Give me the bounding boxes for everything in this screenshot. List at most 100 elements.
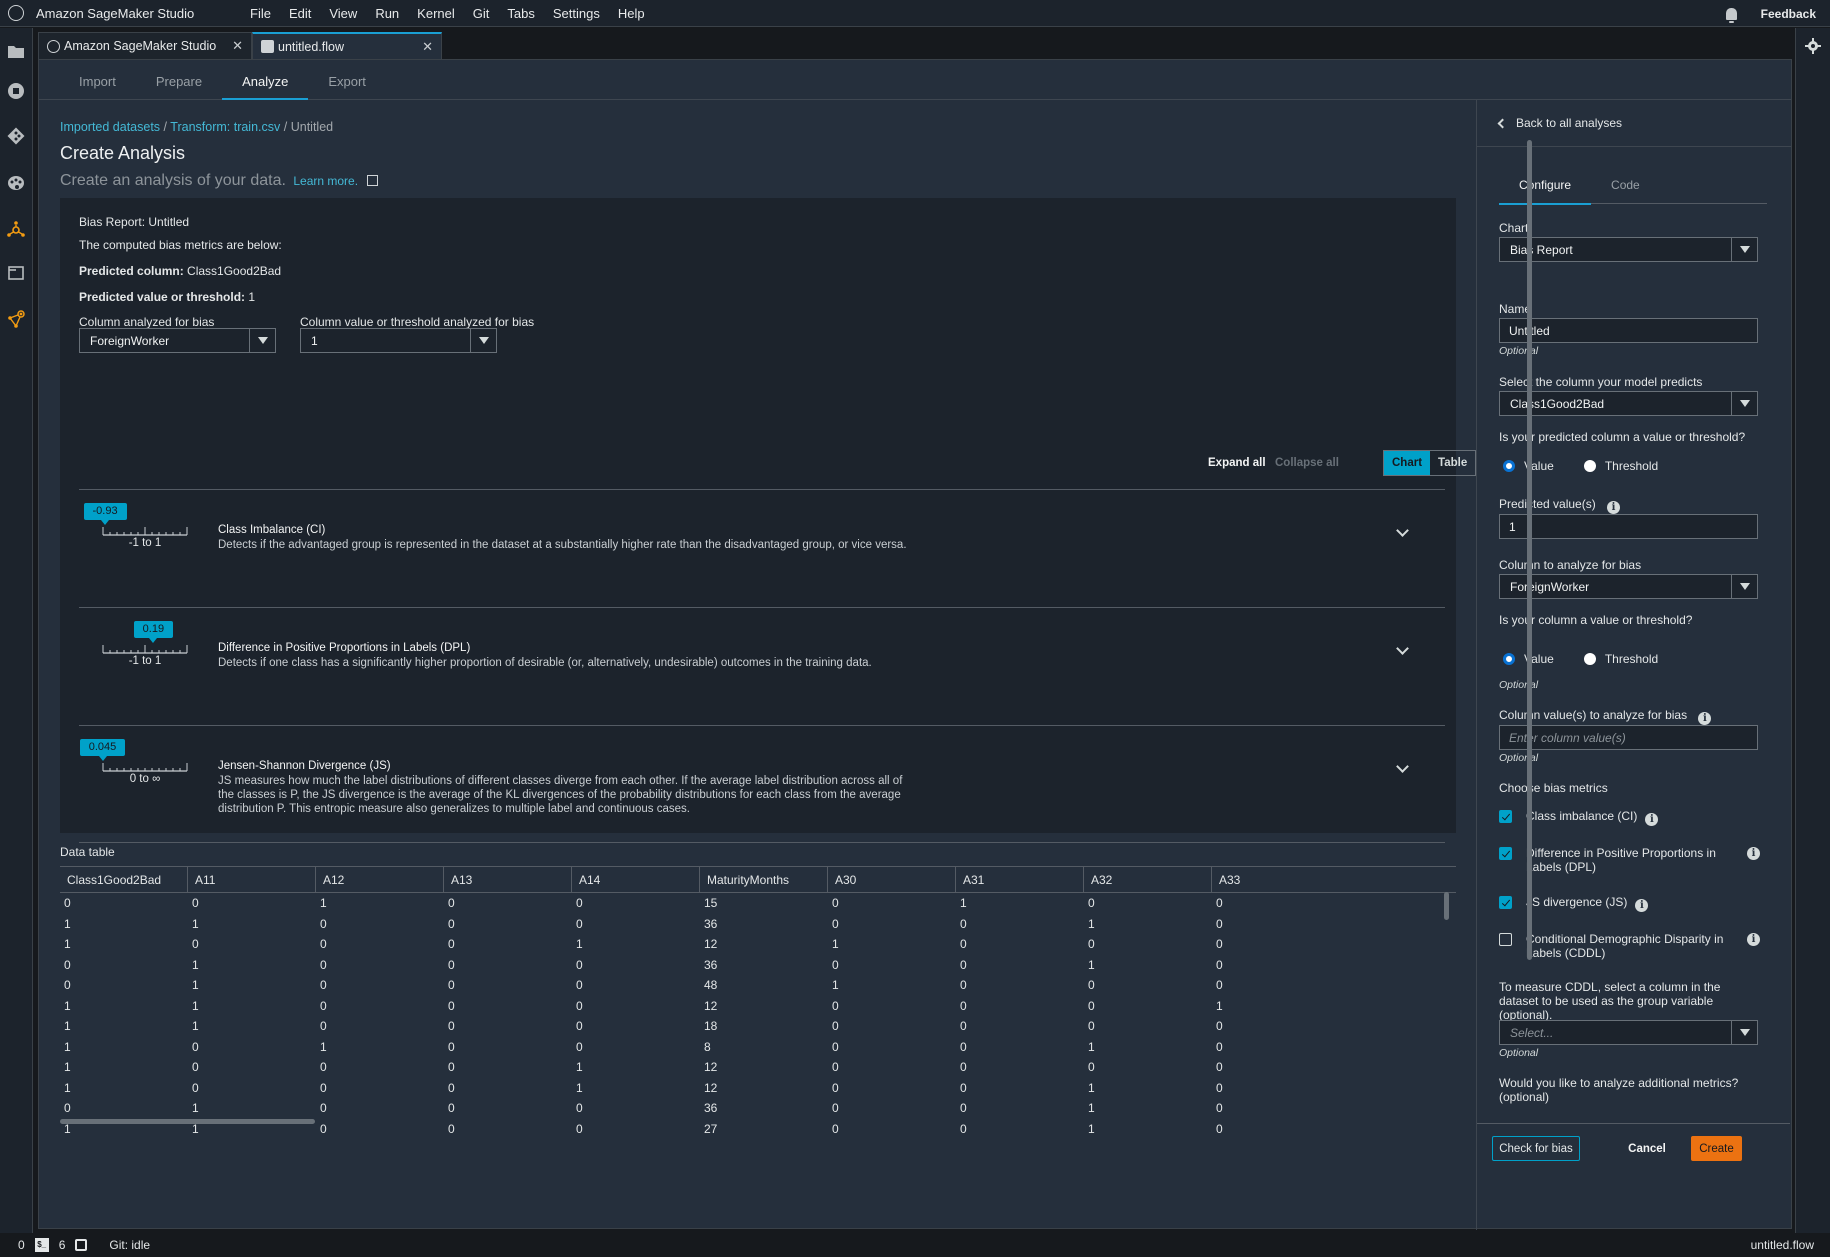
file-browser-folder-icon[interactable] [7,42,25,60]
tab-analyze[interactable]: Analyze [222,60,309,100]
table-row: 0 1 0 0 0 48 1 0 0 0 [60,975,1456,996]
vertical-scrollbar[interactable] [1444,892,1449,920]
table-cell: 0 [832,1101,839,1115]
check-for-bias-button[interactable]: Check for bias [1492,1136,1580,1161]
table-cell: 0 [1216,1121,1223,1136]
table-cell: 1 [64,937,71,951]
predict-column-select[interactable]: Class1Good2Bad [1499,391,1758,416]
predicted-values-input[interactable]: 1 [1499,514,1758,539]
column-header[interactable]: A13 [444,867,572,892]
horizontal-scrollbar[interactable] [60,1119,315,1124]
column-header[interactable]: A12 [316,867,444,892]
chevron-down-icon[interactable] [1396,760,1409,773]
menu-kernel[interactable]: Kernel [417,6,455,21]
column-value-select[interactable]: 1 [300,328,497,353]
metric-row-dpl[interactable]: 0.19 -1 to 1 Difference in Positive Prop… [79,607,1445,725]
table-cell: 0 [64,957,71,972]
column-header[interactable]: A30 [828,867,956,892]
tab-sagemaker-studio[interactable]: Amazon SageMaker Studio ✕ [38,32,252,59]
feedback-link[interactable]: Feedback [1761,7,1816,21]
predicted-values-label: Predicted value(s) i [1499,497,1621,514]
collapse-all-button[interactable]: Collapse all [1275,457,1339,469]
info-icon[interactable]: i [1635,899,1649,912]
column-header[interactable]: A11 [188,867,316,892]
name-input[interactable]: Untitled [1499,318,1758,343]
tab-configure[interactable]: Configure [1499,178,1592,205]
table-cell: 0 [448,896,455,910]
tab-import[interactable]: Import [59,60,136,100]
info-icon[interactable]: i [1698,712,1712,725]
table-cell: 27 [704,1121,718,1136]
menu-run[interactable]: Run [375,6,399,21]
table-cell: 0 [320,1060,327,1074]
metric-row-js[interactable]: 0.045 0 to ∞ Jensen-Shannon Divergence (… [79,725,1445,843]
property-inspector-gear-icon[interactable] [1805,38,1821,59]
tab-untitled-flow[interactable]: untitled.flow ✕ [252,32,442,59]
tab-code[interactable]: Code [1591,178,1660,203]
menu-file[interactable]: File [250,6,271,21]
column-header[interactable]: A31 [956,867,1084,892]
close-icon[interactable]: ✕ [232,38,243,54]
git-status[interactable]: Git: idle [109,1238,150,1252]
breadcrumb-transform[interactable]: Transform: train.csv [170,120,280,134]
chevron-down-icon[interactable] [1396,524,1409,537]
table-view-button[interactable]: Table [1430,451,1475,475]
cancel-button[interactable]: Cancel [1607,1136,1687,1161]
predict-type-threshold-radio[interactable]: Threshold [1583,459,1658,473]
checkbox-checked[interactable] [1499,810,1512,823]
kernel-chip-icon[interactable] [75,1239,88,1251]
menu-help[interactable]: Help [618,6,645,21]
external-link-icon[interactable] [366,175,378,186]
column-header[interactable]: MaturityMonths [700,867,828,892]
checkbox-unchecked[interactable] [1499,933,1512,946]
tab-export[interactable]: Export [308,60,386,100]
info-icon[interactable]: i [1747,847,1760,860]
expand-all-button[interactable]: Expand all [1208,457,1266,469]
menu-settings[interactable]: Settings [553,6,600,21]
close-icon[interactable]: ✕ [422,39,433,55]
metric-row-ci[interactable]: -0.93 -1 to 1 Class Imbalance (CI) Detec… [79,489,1445,607]
components-registries-icon[interactable] [7,220,25,238]
checkbox-checked[interactable] [1499,847,1512,860]
menu-view[interactable]: View [329,6,357,21]
back-to-analyses-link[interactable]: Back to all analyses [1477,100,1791,147]
bias-column-select[interactable]: ForeignWorker [1499,574,1758,599]
menu-tabs[interactable]: Tabs [507,6,534,21]
bias-type-threshold-radio[interactable]: Threshold [1583,652,1658,666]
panel-vertical-scrollbar[interactable] [1527,140,1532,960]
column-analyzed-select[interactable]: ForeignWorker [79,328,276,353]
info-icon[interactable]: i [1607,501,1621,514]
table-cell: 0 [64,978,71,992]
column-values-input[interactable]: Enter column value(s) [1499,725,1758,750]
table-cell: 0 [1216,1060,1223,1074]
open-tabs-window-icon[interactable] [7,264,25,282]
data-table: Class1Good2Bad A11 A12 A13 A14 MaturityMonths… [60,866,1456,1156]
column-header[interactable]: Class1Good2Bad [60,867,188,892]
commands-palette-icon[interactable] [7,174,25,192]
learn-more-link[interactable]: Learn more. [293,174,358,188]
column-header[interactable]: A32 [1084,867,1212,892]
metric-range: 0 to ∞ [129,773,161,785]
table-cell: 1 [1088,957,1095,972]
cddl-group-select[interactable]: Select... [1499,1020,1758,1045]
info-icon[interactable]: i [1645,813,1659,826]
breadcrumb-current: Untitled [290,120,334,134]
menu-git[interactable]: Git [473,6,490,21]
column-header[interactable]: A33 [1212,867,1340,892]
chart-select[interactable]: Bias Report [1499,237,1758,262]
predicted-value-line: Predicted value or threshold: 1 [79,290,255,304]
notification-bell-icon[interactable] [1725,7,1737,23]
running-terminals-stop-icon[interactable] [7,82,25,100]
pipelines-graph-icon[interactable] [7,310,25,328]
terminal-icon[interactable]: $_ [34,1238,49,1252]
info-icon[interactable]: i [1747,933,1760,946]
column-header[interactable]: A14 [572,867,700,892]
breadcrumb-imported-datasets[interactable]: Imported datasets [60,120,160,134]
tab-prepare[interactable]: Prepare [136,60,222,100]
git-icon[interactable] [7,127,25,145]
chart-view-button[interactable]: Chart [1384,451,1431,475]
create-button[interactable]: Create [1691,1136,1742,1161]
checkbox-checked[interactable] [1499,896,1512,909]
chevron-down-icon[interactable] [1396,642,1409,655]
menu-edit[interactable]: Edit [289,6,311,21]
